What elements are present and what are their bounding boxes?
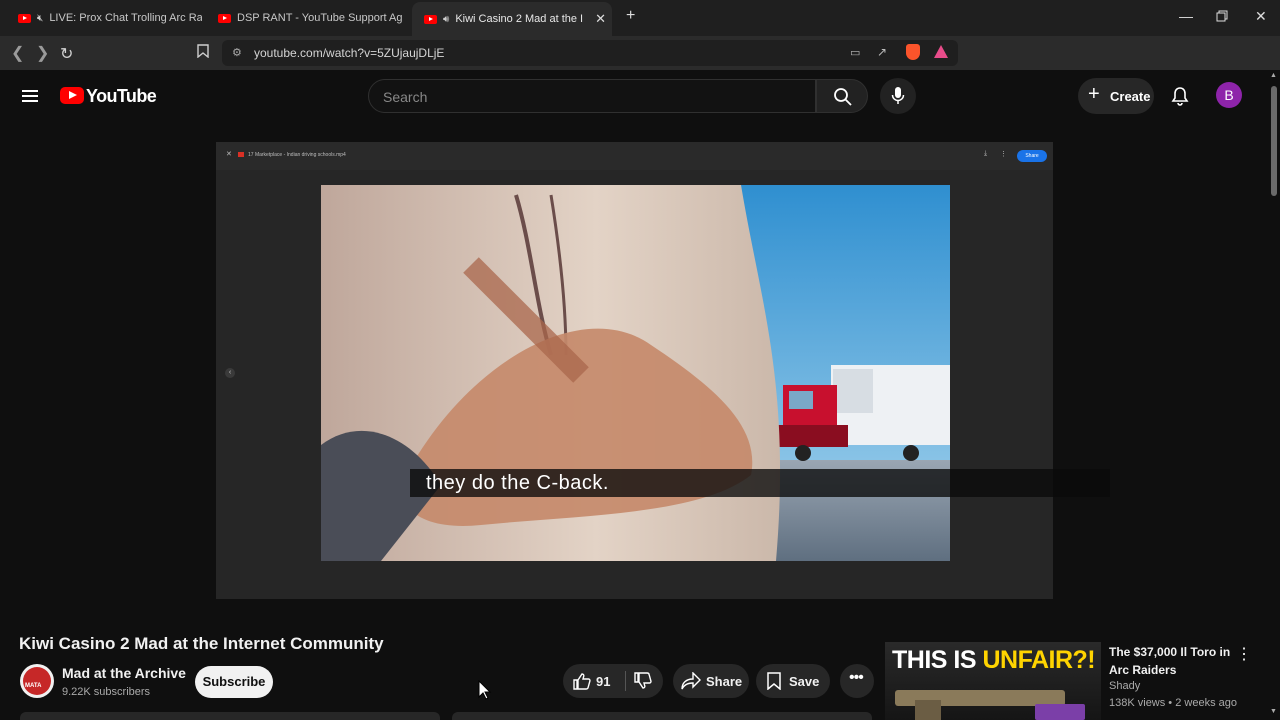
forward-icon[interactable]: ❯ (36, 43, 49, 63)
recommended-video-meta: 138K views • 2 weeks ago (1109, 697, 1237, 709)
recorded-menu-icon: ⋮ (1000, 151, 1007, 158)
like-button[interactable]: 91 (563, 664, 621, 698)
speaker-icon[interactable]: 🔊︎ (443, 14, 449, 25)
channel-avatar-text: MATA (25, 683, 42, 689)
channel-avatar[interactable]: MATA (20, 664, 54, 698)
plus-icon: + (1088, 83, 1100, 105)
tab-title: Kiwi Casino 2 Mad at the Internet Commun… (455, 13, 584, 25)
create-button[interactable]: + Create (1078, 78, 1154, 114)
youtube-masthead: YouTube Search + Create B (0, 70, 1268, 122)
close-tab-icon[interactable]: ✕ (595, 11, 606, 27)
youtube-logo-icon[interactable] (60, 87, 84, 104)
brave-shields-icon[interactable] (906, 44, 920, 60)
comments-box-top[interactable] (452, 712, 872, 720)
thumbs-down-icon (634, 672, 652, 689)
reload-icon[interactable]: ↻ (60, 44, 73, 64)
hamburger-menu-icon[interactable] (22, 87, 38, 105)
thumbnail-purple-item (1035, 704, 1085, 720)
search-placeholder: Search (383, 89, 428, 105)
share-arrow-icon (681, 672, 701, 690)
create-label: Create (1110, 89, 1151, 104)
more-horizontal-icon: ••• (849, 669, 864, 686)
recorded-download-icon: ⤓ (984, 150, 988, 157)
thumbnail-text-white: THIS IS (892, 646, 983, 674)
caption-box: they do the C-back. (410, 469, 1110, 497)
youtube-favicon-icon (218, 13, 231, 23)
muted-speaker-icon[interactable]: 🔇︎ (37, 13, 43, 24)
video-player[interactable]: ✕ 17 Marketplace - Indian driving school… (216, 142, 1110, 599)
mouse-cursor-icon (478, 680, 492, 700)
page-scrollbar[interactable]: ▲ ▼ (1268, 70, 1280, 720)
dislike-button[interactable] (629, 664, 663, 698)
new-tab-icon[interactable]: + (626, 7, 635, 25)
description-box-top[interactable] (20, 712, 440, 720)
subscribe-button[interactable]: Subscribe (195, 666, 273, 698)
save-label: Save (789, 674, 820, 689)
like-dislike-group: 91 (563, 664, 663, 698)
more-vertical-icon[interactable]: ⋮ (1236, 644, 1252, 664)
recorded-favicon-icon (238, 152, 244, 157)
close-window-icon[interactable]: ✕ (1255, 8, 1267, 25)
thumbs-up-icon (573, 673, 591, 690)
scroll-down-icon[interactable]: ▼ (1270, 708, 1277, 715)
youtube-favicon-icon (424, 14, 437, 24)
browser-tab-active[interactable]: 🔊︎ Kiwi Casino 2 Mad at the Internet Com… (412, 2, 612, 36)
browser-toolbar: ❮ ❯ ↻ ⚙ youtube.com/watch?v=5ZUjaujDLjE … (0, 36, 1280, 96)
save-button[interactable]: Save (756, 664, 830, 698)
tab-title: LIVE: Prox Chat Trolling Arc Raiders (49, 12, 202, 24)
subscriber-count: 9.22K subscribers (62, 686, 151, 698)
cast-icon[interactable]: ▭ (850, 46, 860, 59)
account-avatar[interactable]: B (1216, 82, 1242, 108)
thumbnail-text-yellow: UNFAIR?! (982, 646, 1096, 674)
recorded-share-chip: Share (1017, 150, 1047, 162)
share-button[interactable]: Share (673, 664, 749, 698)
caption-text: they do the C-back. (426, 472, 609, 494)
channel-name[interactable]: Mad at the Archive (62, 665, 186, 681)
recorded-close-icon: ✕ (226, 151, 232, 158)
like-divider (625, 671, 626, 691)
browser-tab-1[interactable]: 🔇︎ LIVE: Prox Chat Trolling Arc Raiders (6, 4, 202, 32)
url-text: youtube.com/watch?v=5ZUjaujDLjE (254, 46, 445, 60)
notifications-bell-icon[interactable] (1171, 86, 1189, 106)
share-page-icon[interactable]: ↗ (877, 45, 887, 59)
youtube-favicon-icon (18, 13, 31, 23)
youtube-logo-text[interactable]: YouTube (86, 86, 157, 107)
restore-icon[interactable] (1216, 9, 1228, 25)
voice-search-button[interactable] (880, 78, 916, 114)
thumbnail-text: THIS IS UNFAIR?! (892, 646, 1096, 675)
recorded-prev-icon: ‹ (225, 368, 235, 378)
bookmark-icon[interactable] (197, 44, 209, 63)
video-frame (321, 185, 950, 561)
recommended-video-channel[interactable]: Shady (1109, 680, 1140, 692)
share-label: Share (706, 674, 743, 689)
brave-rewards-icon[interactable] (934, 45, 948, 58)
tab-title: DSP RANT - YouTube Support Agent (237, 12, 402, 24)
recorded-file-title: 17 Marketplace - Indian driving schools.… (248, 152, 346, 158)
back-icon[interactable]: ❮ (11, 43, 24, 63)
more-actions-button[interactable]: ••• (840, 664, 874, 698)
recommended-video-thumbnail[interactable]: THIS IS UNFAIR?! (885, 642, 1101, 720)
search-icon (834, 88, 852, 106)
save-bookmark-icon (767, 672, 781, 690)
minimize-icon[interactable]: — (1179, 8, 1193, 24)
browser-tab-2[interactable]: DSP RANT - YouTube Support Agent (206, 4, 402, 32)
scroll-thumb[interactable] (1271, 86, 1277, 196)
video-title: Kiwi Casino 2 Mad at the Internet Commun… (19, 634, 384, 653)
recorded-screen-toolbar: ✕ 17 Marketplace - Indian driving school… (216, 142, 1053, 170)
like-count: 91 (596, 674, 611, 689)
thumbnail-weapon-grip (915, 700, 941, 720)
search-input[interactable]: Search (368, 79, 816, 113)
video-scene (321, 185, 950, 561)
address-bar[interactable]: ⚙ youtube.com/watch?v=5ZUjaujDLjE ▭ ↗ (222, 40, 958, 66)
site-info-icon[interactable]: ⚙ (232, 46, 242, 59)
browser-tab-strip: 🔇︎ LIVE: Prox Chat Trolling Arc Raiders … (0, 0, 1280, 36)
search-button[interactable] (816, 79, 868, 113)
recommended-video-title[interactable]: The $37,000 Il Toro in Arc Raiders (1109, 643, 1233, 679)
scroll-up-icon[interactable]: ▲ (1270, 72, 1277, 79)
microphone-icon (891, 87, 905, 104)
